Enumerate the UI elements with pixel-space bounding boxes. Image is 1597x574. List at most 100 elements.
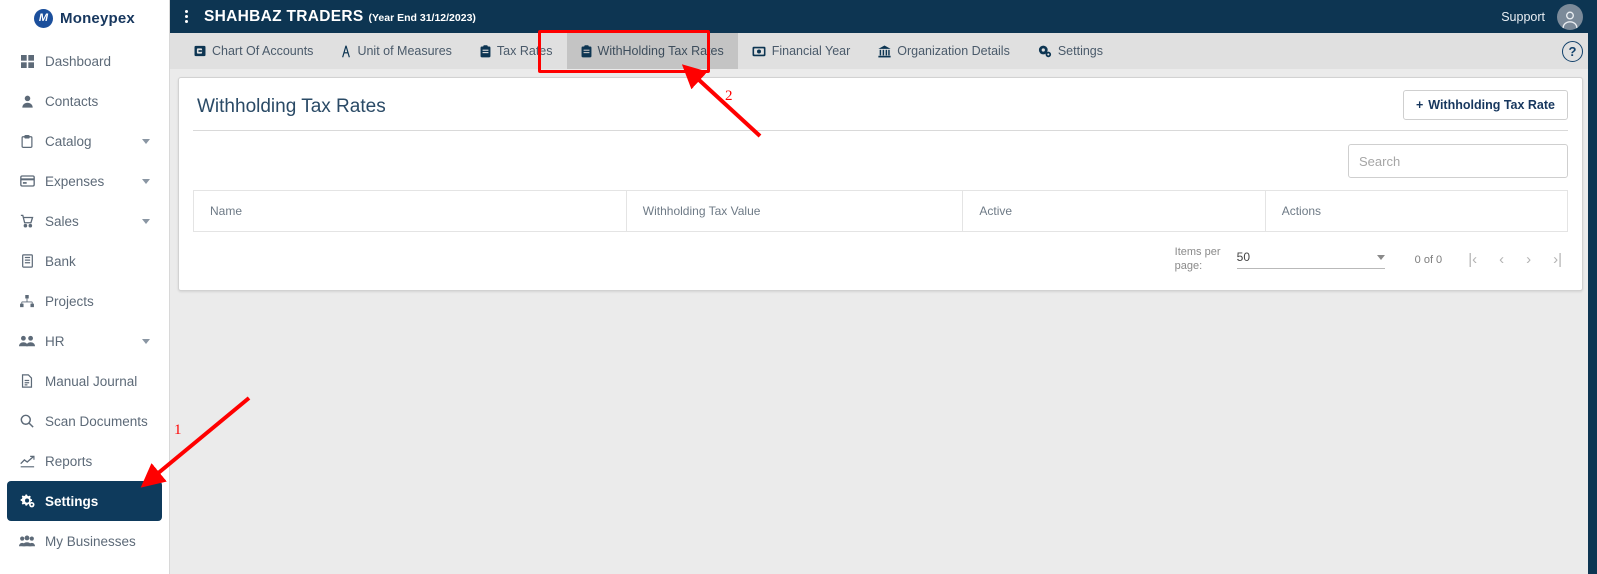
- application-window: M Moneypex Dashboard Contacts Catalog Ex…: [0, 0, 1597, 574]
- chevron-down-icon[interactable]: [142, 138, 150, 144]
- people-icon: [17, 335, 37, 347]
- table-header-row: Name Withholding Tax Value Active Action…: [193, 190, 1569, 232]
- kebab-menu-icon[interactable]: [178, 10, 194, 23]
- support-link[interactable]: Support: [1501, 10, 1545, 24]
- grid-icon: [17, 54, 37, 68]
- add-button-label: Withholding Tax Rate: [1428, 98, 1555, 112]
- main-area: SHAHBAZ TRADERS (Year End 31/12/2023) Su…: [170, 0, 1597, 574]
- chevron-down-icon[interactable]: [142, 338, 150, 344]
- tab-label: WithHolding Tax Rates: [597, 44, 724, 58]
- credit-card-icon: [17, 175, 37, 187]
- previous-page-icon[interactable]: ‹: [1499, 251, 1504, 268]
- plus-icon: +: [1415, 98, 1424, 112]
- settings-tabbar: Chart Of Accounts Unit of Measures Tax R…: [170, 33, 1597, 69]
- chevron-down-icon[interactable]: [142, 178, 150, 184]
- chevron-down-icon[interactable]: [142, 218, 150, 224]
- moneypex-logo-icon: M: [34, 9, 54, 28]
- top-header-bar: SHAHBAZ TRADERS (Year End 31/12/2023) Su…: [170, 0, 1597, 33]
- add-withholding-tax-rate-button[interactable]: + Withholding Tax Rate: [1402, 90, 1568, 120]
- sidebar-item-contacts[interactable]: Contacts: [7, 81, 162, 121]
- tab-financial-year[interactable]: Financial Year: [738, 33, 865, 69]
- search-row: [193, 131, 1568, 190]
- items-per-page-value: 50: [1236, 250, 1251, 265]
- table-paginator: Items per page: 50 0 of 0 |‹ ‹ › ›|: [193, 232, 1568, 276]
- tab-label: Unit of Measures: [357, 44, 452, 58]
- tab-settings[interactable]: Settings: [1024, 33, 1117, 69]
- avatar[interactable]: [1557, 3, 1583, 30]
- clipboard-icon: [480, 44, 491, 58]
- chevron-down-icon: [1376, 254, 1385, 260]
- sidebar-item-dashboard[interactable]: Dashboard: [7, 41, 162, 81]
- sidebar-item-label: Settings: [45, 493, 99, 509]
- help-circle-icon[interactable]: ?: [1562, 40, 1583, 62]
- tab-label: Chart Of Accounts: [212, 44, 314, 58]
- file-icon: [17, 374, 37, 388]
- brand-name: Moneypex: [60, 10, 135, 27]
- column-header-active[interactable]: Active: [962, 190, 1266, 232]
- sidebar-nav: Dashboard Contacts Catalog Expenses Sale…: [0, 41, 169, 561]
- sidebar-item-my-businesses[interactable]: My Businesses: [7, 521, 162, 561]
- tab-tax-rates[interactable]: Tax Rates: [466, 33, 567, 69]
- sidebar-item-label: Bank: [45, 253, 76, 269]
- search-icon: [17, 414, 37, 428]
- sidebar-item-catalog[interactable]: Catalog: [7, 121, 162, 161]
- column-header-name[interactable]: Name: [193, 190, 627, 232]
- bank-icon: [878, 45, 891, 58]
- tab-unit-of-measures[interactable]: Unit of Measures: [327, 33, 465, 69]
- card-header: Withholding Tax Rates + Withholding Tax …: [193, 90, 1568, 120]
- first-page-icon[interactable]: |‹: [1468, 251, 1477, 268]
- sitemap-icon: [17, 294, 37, 308]
- sidebar-item-label: HR: [45, 333, 65, 349]
- brand-logo[interactable]: M Moneypex: [0, 0, 169, 33]
- clipboard-icon: [581, 44, 592, 58]
- sidebar-item-bank[interactable]: Bank: [7, 241, 162, 281]
- clipboard-icon: [17, 134, 37, 148]
- sidebar-item-label: My Businesses: [45, 533, 136, 549]
- cart-icon: [17, 214, 37, 228]
- gears-icon: [1038, 45, 1052, 58]
- tab-label: Settings: [1057, 44, 1103, 58]
- withholding-tax-rates-table: Name Withholding Tax Value Active Action…: [193, 190, 1569, 232]
- year-end-label: (Year End 31/12/2023): [368, 11, 476, 24]
- sidebar-item-projects[interactable]: Projects: [7, 281, 162, 321]
- tab-withholding-tax-rates[interactable]: WithHolding Tax Rates: [566, 33, 738, 69]
- tab-label: Financial Year: [771, 44, 851, 58]
- column-header-withholding-tax-value[interactable]: Withholding Tax Value: [625, 190, 964, 232]
- next-page-icon[interactable]: ›: [1526, 251, 1531, 268]
- pagination-buttons: |‹ ‹ › ›|: [1468, 251, 1562, 268]
- sidebar-item-manual-journal[interactable]: Manual Journal: [7, 361, 162, 401]
- right-edge-rail: [1588, 0, 1597, 574]
- chart-of-accounts-icon: [194, 45, 206, 57]
- sidebar-item-label: Projects: [45, 293, 94, 309]
- organization-name: SHAHBAZ TRADERS: [204, 7, 364, 25]
- sidebar-item-label: Catalog: [45, 133, 92, 149]
- sidebar-item-scan-documents[interactable]: Scan Documents: [7, 401, 162, 441]
- tab-label: Organization Details: [897, 44, 1010, 58]
- sidebar-item-settings[interactable]: Settings: [7, 481, 162, 521]
- group-icon: [17, 535, 37, 547]
- tab-chart-of-accounts[interactable]: Chart Of Accounts: [180, 33, 327, 69]
- withholding-tax-rates-card: Withholding Tax Rates + Withholding Tax …: [178, 77, 1583, 291]
- sidebar-item-label: Expenses: [45, 173, 105, 189]
- bank-icon: [17, 254, 37, 268]
- sidebar-item-hr[interactable]: HR: [7, 321, 162, 361]
- person-icon: [17, 95, 37, 108]
- pagination-range-label: 0 of 0: [1414, 253, 1443, 266]
- content-wrapper: Withholding Tax Rates + Withholding Tax …: [170, 69, 1597, 291]
- sidebar-item-label: Sales: [45, 213, 79, 229]
- sidebar-item-label: Dashboard: [45, 53, 112, 69]
- items-per-page-select[interactable]: 50: [1236, 250, 1385, 270]
- tab-organization-details[interactable]: Organization Details: [864, 33, 1024, 69]
- sidebar-item-label: Contacts: [45, 93, 99, 109]
- search-input[interactable]: [1348, 144, 1568, 178]
- gears-icon: [17, 494, 37, 508]
- column-header-actions[interactable]: Actions: [1264, 190, 1569, 232]
- sidebar-item-reports[interactable]: Reports: [7, 441, 162, 481]
- ruler-icon: [341, 45, 351, 58]
- last-page-icon[interactable]: ›|: [1553, 251, 1562, 268]
- sidebar: M Moneypex Dashboard Contacts Catalog Ex…: [0, 0, 170, 574]
- sidebar-item-expenses[interactable]: Expenses: [7, 161, 162, 201]
- sidebar-item-label: Scan Documents: [45, 413, 148, 429]
- page-title: Withholding Tax Rates: [197, 96, 386, 117]
- sidebar-item-sales[interactable]: Sales: [7, 201, 162, 241]
